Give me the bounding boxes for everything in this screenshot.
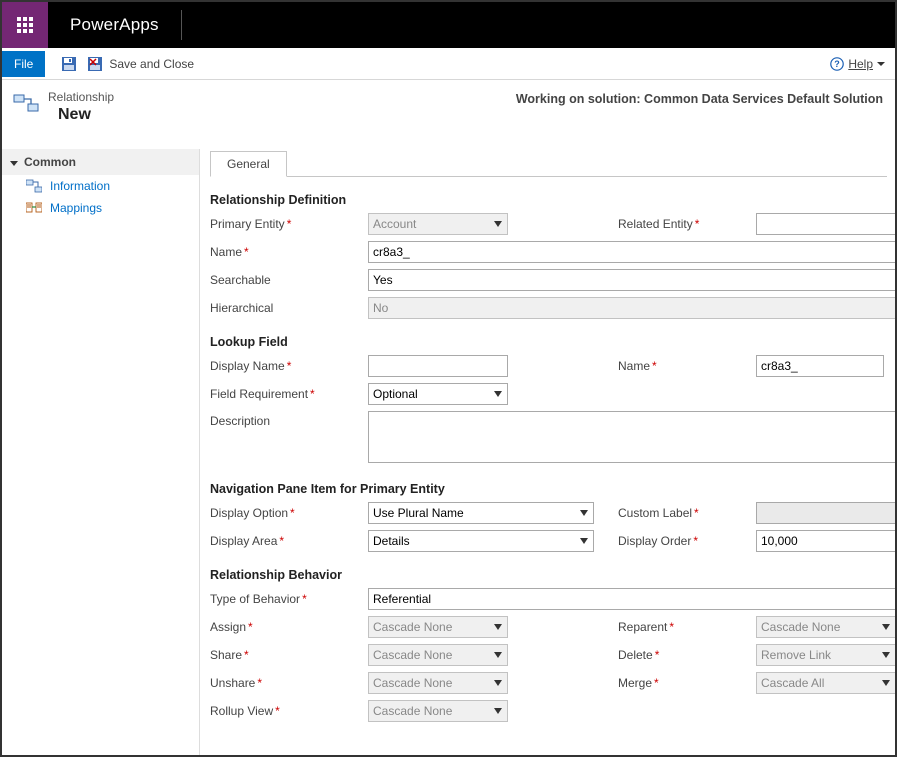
help-link[interactable]: ? Help [830, 56, 885, 71]
svg-text:?: ? [835, 59, 841, 69]
label-rollup-view: Rollup View [210, 704, 368, 718]
tab-general[interactable]: General [210, 151, 287, 177]
select-assign: Cascade None [368, 616, 508, 638]
form-main: General Relationship Definition Primary … [200, 149, 895, 755]
label-display-order: Display Order [594, 534, 738, 548]
section-title-behavior: Relationship Behavior [210, 568, 887, 582]
select-primary-entity: Account [368, 213, 508, 235]
header-subtitle: Relationship [48, 90, 114, 105]
toolbar: File Save and Close ? [2, 48, 895, 80]
section-title-lookup: Lookup Field [210, 335, 887, 349]
section-title-rel-def: Relationship Definition [210, 193, 887, 207]
save-close-icon [87, 56, 103, 72]
save-button[interactable] [59, 56, 79, 72]
input-lookup-name[interactable] [756, 355, 884, 377]
help-dropdown-icon [877, 60, 885, 68]
app-launcher-button[interactable] [2, 2, 48, 48]
label-display-area: Display Area [210, 534, 368, 548]
page-title: New [48, 105, 114, 143]
help-icon: ? [830, 57, 844, 71]
select-rollup-view: Cascade None [368, 700, 508, 722]
input-custom-label [756, 502, 895, 524]
label-share: Share [210, 648, 368, 662]
select-searchable[interactable]: Yes [368, 269, 895, 291]
sidebar-item-information[interactable]: Information [2, 175, 199, 197]
select-share: Cascade None [368, 644, 508, 666]
brand-divider [181, 10, 182, 40]
label-display-option: Display Option [210, 506, 368, 520]
label-name: Name [210, 245, 368, 259]
left-nav: Common Information [2, 149, 200, 755]
mappings-icon [26, 201, 42, 215]
save-icon [61, 56, 77, 72]
sidebar-item-label: Information [50, 179, 110, 193]
input-name[interactable] [368, 241, 895, 263]
select-merge: Cascade All [756, 672, 895, 694]
sidebar-item-label: Mappings [50, 201, 102, 215]
label-type-behavior: Type of Behavior [210, 592, 368, 606]
file-menu-button[interactable]: File [2, 51, 45, 77]
label-delete: Delete [594, 648, 738, 662]
label-related-entity: Related Entity [594, 217, 738, 231]
waffle-icon [17, 17, 33, 33]
select-display-area[interactable]: Details [368, 530, 594, 552]
select-field-requirement[interactable]: Optional [368, 383, 508, 405]
label-primary-entity: Primary Entity [210, 217, 368, 231]
tab-underline [210, 176, 887, 177]
sidebar-section-label: Common [24, 155, 76, 169]
information-icon [26, 179, 42, 193]
label-description: Description [210, 411, 368, 428]
label-field-requirement: Field Requirement [210, 387, 368, 401]
brand-title: PowerApps [48, 2, 181, 48]
sidebar-item-mappings[interactable]: Mappings [2, 197, 199, 219]
select-delete: Remove Link [756, 644, 895, 666]
solution-context-label: Working on solution: Common Data Service… [516, 90, 883, 106]
select-type-behavior[interactable]: Referential [368, 588, 895, 610]
page-header: Relationship New Working on solution: Co… [2, 80, 895, 149]
input-display-name[interactable] [368, 355, 508, 377]
section-title-nav-pane: Navigation Pane Item for Primary Entity [210, 482, 887, 496]
input-display-order[interactable] [756, 530, 895, 552]
select-related-entity[interactable] [756, 213, 895, 235]
relationship-icon [12, 92, 40, 114]
help-label: Help [848, 57, 873, 71]
textarea-description[interactable] [368, 411, 895, 463]
select-unshare: Cascade None [368, 672, 508, 694]
save-and-close-label[interactable]: Save and Close [109, 57, 194, 71]
label-display-name: Display Name [210, 359, 368, 373]
label-unshare: Unshare [210, 676, 368, 690]
label-merge: Merge [594, 676, 738, 690]
label-lookup-name: Name [594, 359, 738, 373]
sidebar-section-common[interactable]: Common [2, 149, 199, 175]
save-and-close-button[interactable] [85, 56, 105, 72]
select-hierarchical: No [368, 297, 895, 319]
label-searchable: Searchable [210, 273, 368, 287]
chevron-down-icon [10, 161, 18, 166]
label-hierarchical: Hierarchical [210, 301, 368, 315]
select-reparent: Cascade None [756, 616, 895, 638]
label-reparent: Reparent [594, 620, 738, 634]
label-custom-label: Custom Label [594, 506, 738, 520]
select-display-option[interactable]: Use Plural Name [368, 502, 594, 524]
label-assign: Assign [210, 620, 368, 634]
global-header: PowerApps [2, 2, 895, 48]
